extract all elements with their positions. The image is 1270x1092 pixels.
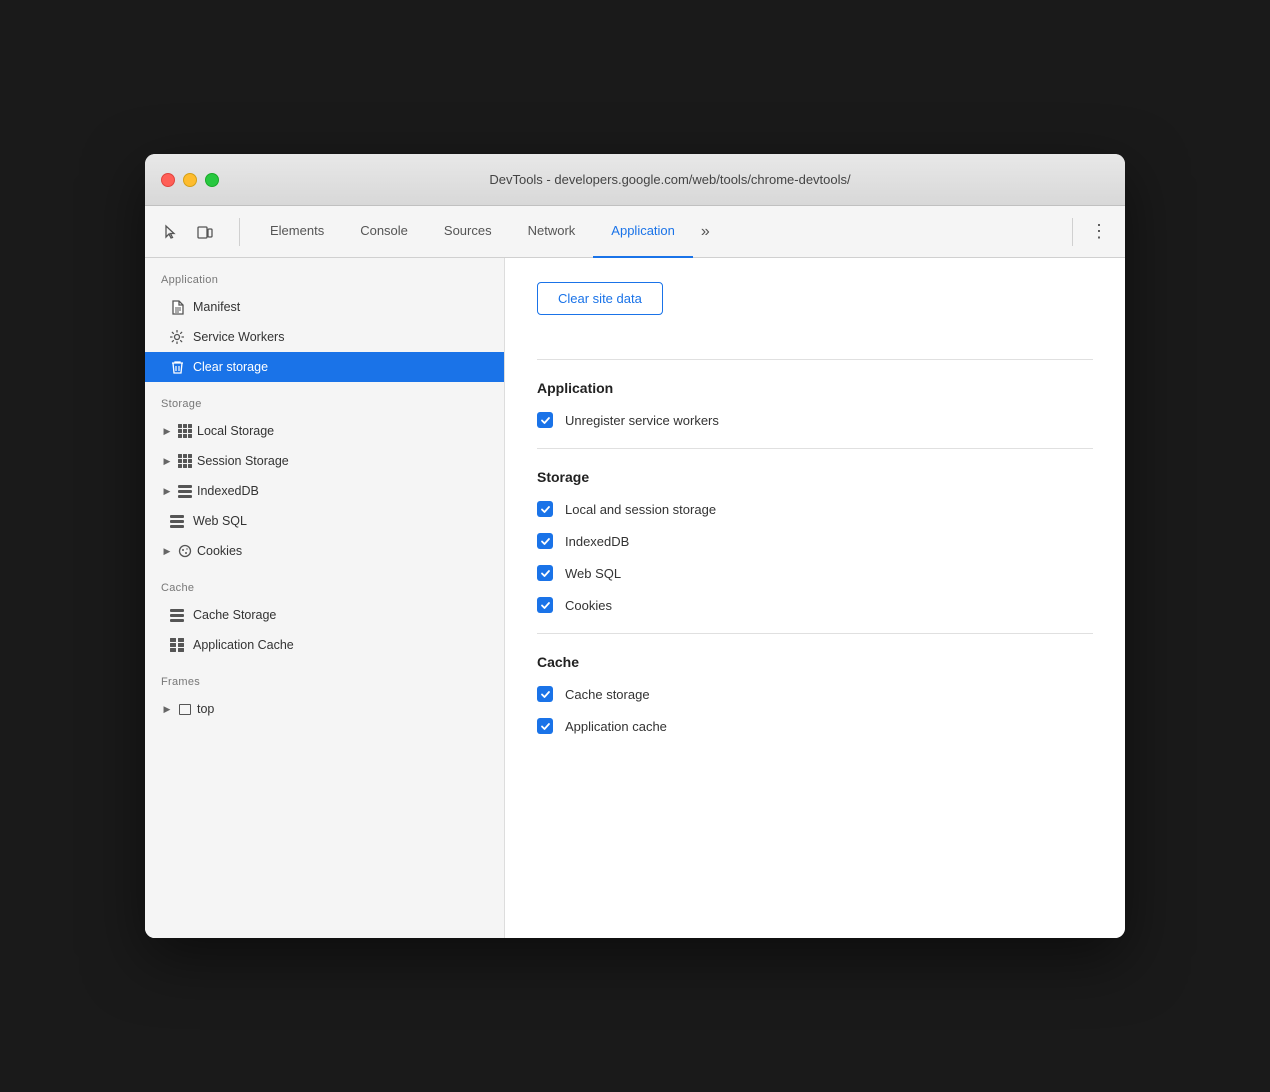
divider-2: [537, 448, 1093, 449]
gear-icon: [169, 329, 185, 345]
content-section-application: Application Unregister service workers: [537, 380, 1093, 428]
toolbar-end: ⋮: [1085, 218, 1113, 246]
content-section-application-title: Application: [537, 380, 1093, 396]
checkbox-web-sql-box[interactable]: [537, 565, 553, 581]
cache-storage-icon: [169, 607, 185, 623]
content-section-cache: Cache Cache storage Applica: [537, 654, 1093, 734]
checkbox-cookies-box[interactable]: [537, 597, 553, 613]
devtools-window: DevTools - developers.google.com/web/too…: [145, 154, 1125, 938]
arrow-indexeddb: ▶: [161, 486, 173, 497]
grid2-icon-app-cache: [169, 637, 185, 653]
maximize-button[interactable]: [205, 173, 219, 187]
checkbox-local-session[interactable]: Local and session storage: [537, 501, 1093, 517]
sidebar-item-web-sql-label: Web SQL: [193, 514, 247, 528]
toolbar-divider-1: [239, 218, 240, 246]
checkbox-indexeddb[interactable]: IndexedDB: [537, 533, 1093, 549]
sidebar-item-app-cache[interactable]: Application Cache: [145, 630, 504, 660]
sidebar-section-cache-label: Cache: [145, 566, 504, 600]
sidebar-item-clear-storage[interactable]: Clear storage: [145, 352, 504, 382]
arrow-cookies: ▶: [161, 546, 173, 557]
sidebar-item-indexeddb[interactable]: ▶ IndexedDB: [145, 476, 504, 506]
tab-network[interactable]: Network: [510, 206, 594, 258]
sidebar-item-indexeddb-label: IndexedDB: [197, 484, 259, 498]
titlebar: DevTools - developers.google.com/web/too…: [145, 154, 1125, 206]
tab-application[interactable]: Application: [593, 206, 693, 258]
minimize-button[interactable]: [183, 173, 197, 187]
sidebar-section-application-label: Application: [145, 258, 504, 292]
toolbar: Elements Console Sources Network Applica…: [145, 206, 1125, 258]
checkbox-cache-storage[interactable]: Cache storage: [537, 686, 1093, 702]
checkbox-cookies[interactable]: Cookies: [537, 597, 1093, 613]
sidebar: Application Manifest: [145, 258, 505, 938]
sidebar-item-top[interactable]: ▶ top: [145, 694, 504, 724]
sidebar-item-manifest-label: Manifest: [193, 300, 240, 314]
checkbox-app-cache-label: Application cache: [565, 719, 667, 734]
checkbox-indexeddb-label: IndexedDB: [565, 534, 629, 549]
settings-more-icon[interactable]: ⋮: [1085, 218, 1113, 246]
checkbox-app-cache-box[interactable]: [537, 718, 553, 734]
db-icon-indexeddb: [177, 483, 193, 499]
main-content: Application Manifest: [145, 258, 1125, 938]
arrow-session-storage: ▶: [161, 456, 173, 467]
checkbox-app-cache[interactable]: Application cache: [537, 718, 1093, 734]
window-title: DevTools - developers.google.com/web/too…: [231, 172, 1109, 187]
divider-1: [537, 359, 1093, 360]
toolbar-icons: [157, 218, 219, 246]
sidebar-item-session-storage-label: Session Storage: [197, 454, 289, 468]
checkbox-web-sql[interactable]: Web SQL: [537, 565, 1093, 581]
sidebar-item-clear-label: Clear storage: [193, 360, 268, 374]
checkbox-unregister-sw[interactable]: Unregister service workers: [537, 412, 1093, 428]
tab-console[interactable]: Console: [342, 206, 426, 258]
tab-sources[interactable]: Sources: [426, 206, 510, 258]
traffic-lights: [161, 173, 219, 187]
device-toggle-icon[interactable]: [191, 218, 219, 246]
content-section-cache-title: Cache: [537, 654, 1093, 670]
checkbox-cache-storage-box[interactable]: [537, 686, 553, 702]
file-icon: [169, 299, 185, 315]
sidebar-section-frames-label: Frames: [145, 660, 504, 694]
db-stack-icon-web-sql: [169, 513, 185, 529]
sidebar-item-local-storage-label: Local Storage: [197, 424, 274, 438]
sidebar-item-cookies-label: Cookies: [197, 544, 242, 558]
frame-icon: [177, 701, 193, 717]
sidebar-item-local-storage[interactable]: ▶ Local Storage: [145, 416, 504, 446]
sidebar-item-top-label: top: [197, 702, 214, 716]
sidebar-item-cache-storage-label: Cache Storage: [193, 608, 276, 622]
sidebar-section-storage-label: Storage: [145, 382, 504, 416]
toolbar-divider-2: [1072, 218, 1073, 246]
checkbox-local-session-label: Local and session storage: [565, 502, 716, 517]
sidebar-item-manifest[interactable]: Manifest: [145, 292, 504, 322]
cursor-tool-icon[interactable]: [157, 218, 185, 246]
grid-icon-session-storage: [177, 453, 193, 469]
sidebar-item-app-cache-label: Application Cache: [193, 638, 294, 652]
cookie-icon: [177, 543, 193, 559]
sidebar-item-session-storage[interactable]: ▶ Session Storage: [145, 446, 504, 476]
content-section-storage-title: Storage: [537, 469, 1093, 485]
close-button[interactable]: [161, 173, 175, 187]
clear-site-data-button[interactable]: Clear site data: [537, 282, 663, 315]
checkbox-web-sql-label: Web SQL: [565, 566, 621, 581]
more-tabs-button[interactable]: »: [693, 217, 718, 247]
arrow-local-storage: ▶: [161, 426, 173, 437]
sidebar-item-service-workers[interactable]: Service Workers: [145, 322, 504, 352]
divider-3: [537, 633, 1093, 634]
tab-elements[interactable]: Elements: [252, 206, 342, 258]
sidebar-item-sw-label: Service Workers: [193, 330, 284, 344]
sidebar-item-cookies[interactable]: ▶ Cookies: [145, 536, 504, 566]
checkbox-cache-storage-label: Cache storage: [565, 687, 650, 702]
checkbox-cookies-label: Cookies: [565, 598, 612, 613]
sidebar-item-web-sql[interactable]: Web SQL: [145, 506, 504, 536]
checkbox-unregister-sw-label: Unregister service workers: [565, 413, 719, 428]
sidebar-item-cache-storage[interactable]: Cache Storage: [145, 600, 504, 630]
tabs: Elements Console Sources Network Applica…: [252, 206, 1060, 258]
arrow-top: ▶: [161, 704, 173, 715]
grid-icon-local-storage: [177, 423, 193, 439]
content-panel: Clear site data Application Unregister s…: [505, 258, 1125, 938]
checkbox-indexeddb-box[interactable]: [537, 533, 553, 549]
content-section-storage: Storage Local and session storage: [537, 469, 1093, 613]
checkbox-local-session-box[interactable]: [537, 501, 553, 517]
checkbox-unregister-sw-box[interactable]: [537, 412, 553, 428]
trash-icon: [169, 359, 185, 375]
